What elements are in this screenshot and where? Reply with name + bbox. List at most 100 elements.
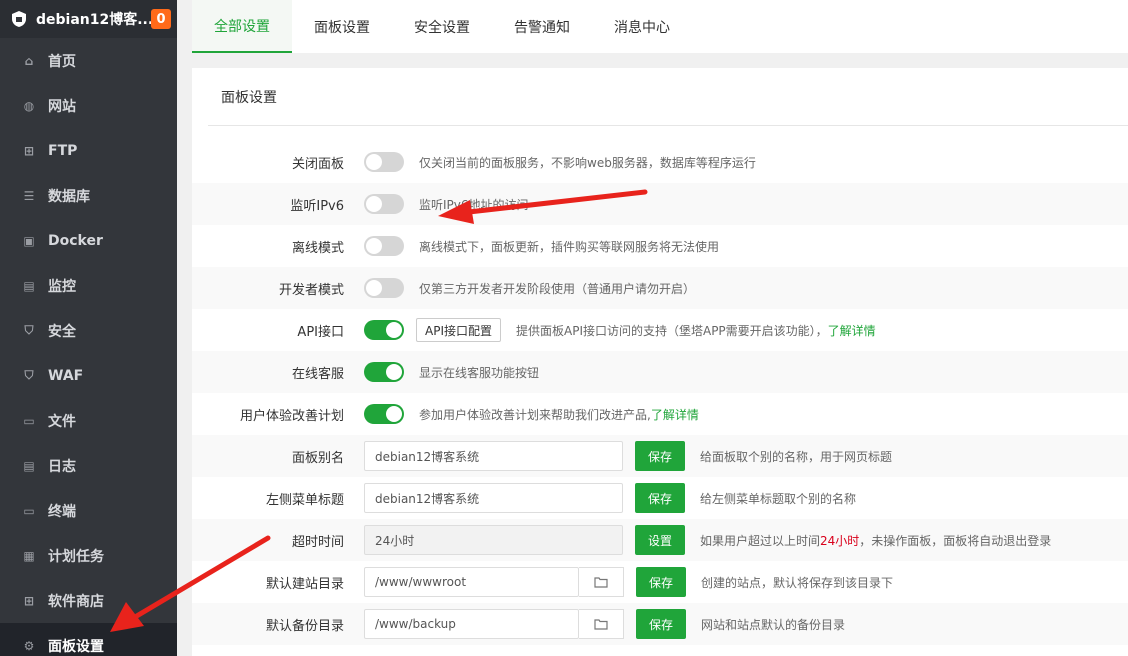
folder-icon[interactable]	[579, 567, 624, 597]
save-button[interactable]: 保存	[636, 609, 686, 639]
setting-row: 超时时间 24小时 设置 如果用户超过以上时间24小时，未操作面板，面板将自动退出登录	[192, 519, 1128, 561]
sidebar-item[interactable]: ⛉ WAF	[0, 353, 177, 398]
sidebar-item[interactable]: ⊞ FTP	[0, 128, 177, 173]
database-icon: ☰	[23, 188, 35, 203]
text-input[interactable]: debian12博客系统	[364, 441, 623, 471]
log-icon: ▤	[23, 458, 35, 473]
folder-icon[interactable]	[579, 609, 624, 639]
setting-description: 给面板取个别的名称，用于网页标题	[700, 448, 892, 465]
sidebar-item[interactable]: ▤ 监控	[0, 263, 177, 308]
sidebar-item[interactable]: ▭ 文件	[0, 398, 177, 443]
sidebar-item-label: 文件	[48, 413, 76, 430]
notification-badge[interactable]: 0	[151, 9, 171, 29]
gear-icon: ⚙	[23, 638, 35, 653]
setting-description: 离线模式下，面板更新，插件购买等联网服务将无法使用	[419, 238, 719, 255]
tab[interactable]: 消息中心	[592, 0, 692, 53]
setting-description: 提供面板API接口访问的支持（堡塔APP需要开启该功能），了解详情	[516, 322, 876, 339]
sidebar-item-label: 监控	[48, 278, 76, 295]
sidebar-item[interactable]: ⛉ 安全	[0, 308, 177, 353]
toggle-switch[interactable]	[364, 194, 404, 214]
waf-icon: ⛉	[24, 368, 34, 382]
store-icon: ⊞	[23, 593, 35, 608]
sidebar-item[interactable]: ◍ 网站	[0, 83, 177, 128]
setting-label: 关闭面板	[291, 156, 344, 172]
docker-icon: ▣	[23, 233, 35, 248]
sidebar-item-label: 网站	[48, 98, 76, 115]
description-text: 显示在线客服功能按钮	[419, 365, 540, 380]
description-text: 参加用户体验改善计划来帮助我们改进产品,	[419, 407, 651, 422]
setting-label: 超时时间	[291, 534, 344, 550]
sidebar-item[interactable]: ▭ 终端	[0, 488, 177, 533]
tab[interactable]: 全部设置	[192, 0, 292, 53]
ftp-icon: ⊞	[23, 143, 35, 158]
setting-label: API接口	[297, 324, 344, 340]
learn-more-link[interactable]: 了解详情	[651, 408, 699, 422]
description-text: 给面板取个别的名称，用于网页标题	[700, 449, 893, 464]
toggle-switch[interactable]	[364, 236, 404, 256]
setting-description: 如果用户超过以上时间24小时，未操作面板，面板将自动退出登录	[700, 532, 1051, 549]
tab[interactable]: 面板设置	[292, 0, 392, 53]
text-input[interactable]: debian12博客系统	[364, 483, 623, 513]
toggle-switch[interactable]	[364, 404, 404, 424]
setting-label: 在线客服	[291, 366, 344, 382]
description-text: ，未操作面板，面板将自动退出登录	[859, 533, 1052, 548]
save-button[interactable]: 保存	[635, 483, 685, 513]
sidebar-item[interactable]: ▦ 计划任务	[0, 533, 177, 578]
setting-row: 左侧菜单标题 debian12博客系统 保存 给左侧菜单标题取个别的名称	[192, 477, 1128, 519]
settings-tabs: 全部设置 面板设置 安全设置 告警通知 消息中心	[192, 0, 1128, 53]
toggle-switch[interactable]	[364, 320, 404, 340]
sidebar-item[interactable]: ▣ Docker	[0, 218, 177, 263]
sidebar-item-label: 日志	[48, 458, 76, 475]
description-text: 提供面板API接口访问的支持（堡塔APP需要开启该功能），	[516, 323, 828, 338]
setting-row: 监听IPv6 监听IPv6地址的访问	[192, 183, 1128, 225]
sidebar-item-label: 数据库	[48, 188, 90, 205]
tab[interactable]: 告警通知	[492, 0, 592, 53]
sidebar-item[interactable]: ⌂ 首页	[0, 38, 177, 83]
sidebar-item[interactable]: ⚙ 面板设置	[0, 623, 177, 656]
sidebar-item[interactable]: ⊞ 软件商店	[0, 578, 177, 623]
text-input[interactable]: /www/backup	[364, 609, 579, 639]
setting-description: 创建的站点，默认将保存到该目录下	[701, 574, 893, 591]
description-text: 监听IPv6地址的访问	[419, 197, 529, 212]
setting-label: 面板别名	[291, 450, 344, 466]
tab[interactable]: 安全设置	[392, 0, 492, 53]
brand-header: debian12博客... 0	[0, 0, 177, 38]
description-text: 创建的站点，默认将保存到该目录下	[701, 575, 894, 590]
save-button[interactable]: 保存	[636, 567, 686, 597]
setting-row: 默认建站目录/www/wwwroot 保存 创建的站点，默认将保存到该目录下	[192, 561, 1128, 603]
text-input[interactable]: 24小时	[364, 525, 623, 555]
description-text: 仅关闭当前的面板服务，不影响web服务器，数据库等程序运行	[419, 155, 756, 170]
save-button[interactable]: 设置	[635, 525, 685, 555]
setting-description: 仅第三方开发者开发阶段使用（普通用户请勿开启）	[419, 280, 695, 297]
monitor-icon: ▤	[23, 278, 35, 293]
home-icon: ⌂	[24, 53, 34, 68]
setting-row: 开发者模式 仅第三方开发者开发阶段使用（普通用户请勿开启）	[192, 267, 1128, 309]
toggle-switch[interactable]	[364, 152, 404, 172]
setting-row: 在线客服 显示在线客服功能按钮	[192, 351, 1128, 393]
description-text: 网站和站点默认的备份目录	[701, 617, 846, 632]
setting-row: 离线模式 离线模式下，面板更新，插件购买等联网服务将无法使用	[192, 225, 1128, 267]
setting-description: 参加用户体验改善计划来帮助我们改进产品,了解详情	[419, 406, 699, 423]
terminal-icon: ▭	[23, 503, 35, 518]
setting-row: 用户体验改善计划 参加用户体验改善计划来帮助我们改进产品,了解详情	[192, 393, 1128, 435]
setting-description: 网站和站点默认的备份目录	[701, 616, 845, 633]
toggle-switch[interactable]	[364, 278, 404, 298]
setting-label: 左侧菜单标题	[265, 492, 344, 508]
learn-more-link[interactable]: 了解详情	[828, 324, 876, 338]
sidebar-item[interactable]: ☰ 数据库	[0, 173, 177, 218]
text-input[interactable]: /www/wwwroot	[364, 567, 579, 597]
api-config-button[interactable]: API接口配置	[416, 318, 501, 342]
shield-icon: ⛉	[24, 323, 34, 337]
sidebar-item-label: 软件商店	[48, 593, 104, 610]
description-text: 仅第三方开发者开发阶段使用（普通用户请勿开启）	[419, 281, 696, 296]
sidebar-item[interactable]: ▤ 日志	[0, 443, 177, 488]
sidebar: debian12博客... 0 ⌂ 首页 ◍ 网站 ⊞ FTP ☰ 数据库 ▣ Docker ▤ 监控…	[0, 0, 177, 656]
setting-label: 用户体验改善计划	[239, 408, 344, 424]
setting-description: 仅关闭当前的面板服务，不影响web服务器，数据库等程序运行	[419, 154, 756, 171]
setting-row: API接口 API接口配置 提供面板API接口访问的支持（堡塔APP需要开启该功能）…	[192, 309, 1128, 351]
settings-panel: 面板设置 关闭面板 仅关闭当前的面板服务，不影响web服务器，数据库等程序运行 监听…	[192, 68, 1128, 656]
save-button[interactable]: 保存	[635, 441, 685, 471]
panel-title: 面板设置	[208, 68, 1128, 126]
toggle-switch[interactable]	[364, 362, 404, 382]
sidebar-item-label: Docker	[48, 232, 103, 249]
